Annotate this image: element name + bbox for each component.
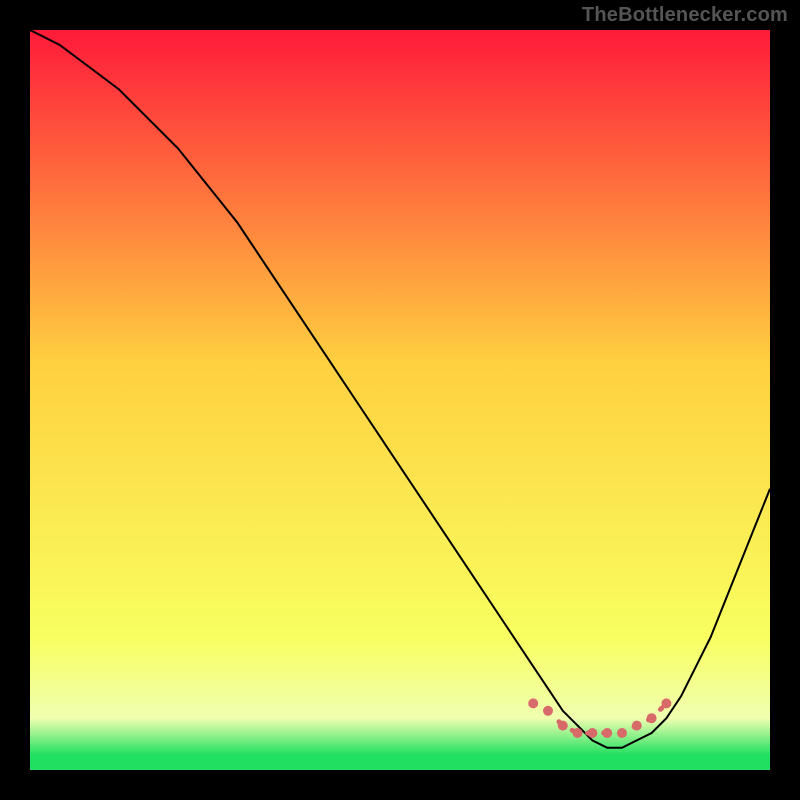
optimal-point bbox=[543, 706, 553, 716]
chart-frame: TheBottlenecker.com bbox=[0, 0, 800, 800]
optimal-point bbox=[647, 713, 657, 723]
gradient-background bbox=[30, 30, 770, 770]
optimal-point bbox=[528, 698, 538, 708]
optimal-point bbox=[617, 728, 627, 738]
bottleneck-plot bbox=[30, 30, 770, 770]
optimal-point bbox=[632, 721, 642, 731]
optimal-point bbox=[602, 728, 612, 738]
optimal-point bbox=[661, 698, 671, 708]
watermark-text: TheBottlenecker.com bbox=[582, 4, 788, 27]
optimal-point bbox=[558, 721, 568, 731]
plot-svg bbox=[30, 30, 770, 770]
optimal-point bbox=[573, 728, 583, 738]
optimal-point bbox=[587, 728, 597, 738]
